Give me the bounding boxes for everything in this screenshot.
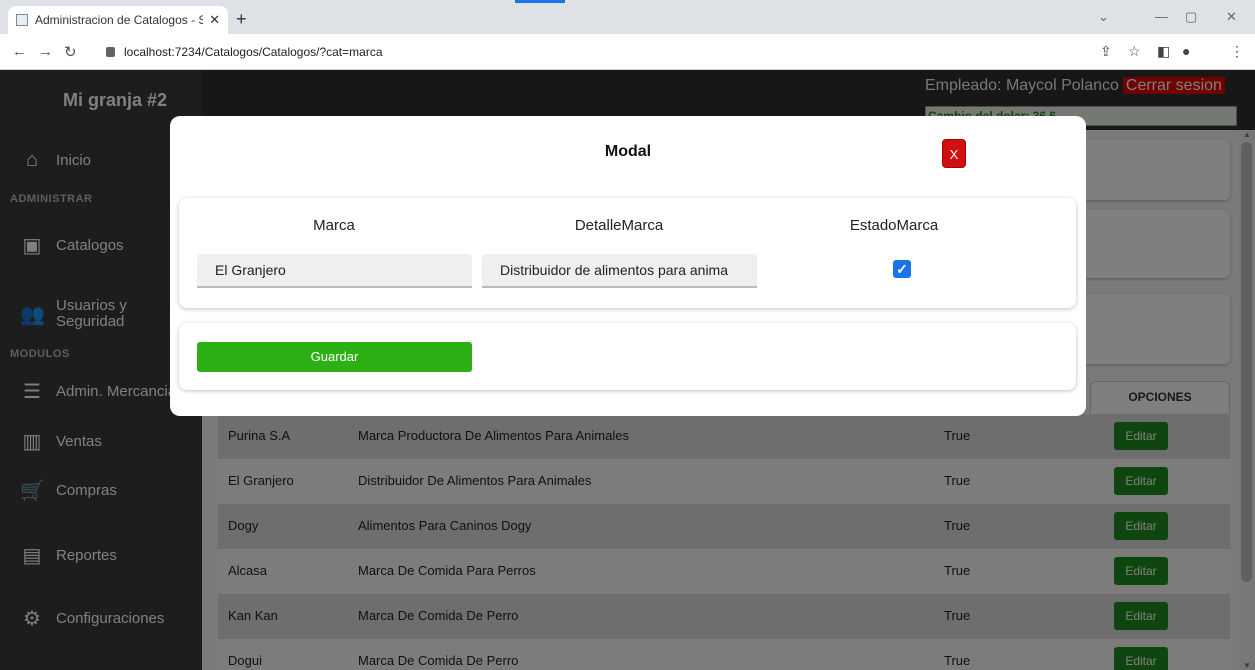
detalle-marca-field[interactable]: Distribuidor de alimentos para anima (482, 254, 757, 288)
modal-close-button[interactable]: X (942, 139, 966, 168)
url-field[interactable]: localhost:7234/Catalogos/Catalogos/?cat=… (106, 38, 1086, 66)
estado-column-label: EstadoMarca (849, 217, 939, 234)
page-favicon-icon (16, 14, 28, 26)
share-icon[interactable]: ⇪ (1100, 43, 1112, 60)
address-bar: ← → ↻ localhost:7234/Catalogos/Catalogos… (0, 34, 1255, 70)
bookmark-star-icon[interactable]: ☆ (1128, 43, 1141, 60)
restore-icon[interactable]: ▢ (1185, 9, 1197, 25)
back-icon[interactable]: ← (12, 43, 27, 60)
save-button[interactable]: Guardar (197, 342, 472, 372)
marca-column-label: Marca (313, 217, 355, 234)
sidepanel-icon[interactable]: ◧ (1157, 43, 1170, 60)
estado-marca-checkbox[interactable]: ✓ (893, 260, 911, 278)
modal-form-card: Marca DetalleMarca EstadoMarca El Granje… (179, 198, 1076, 308)
modal-actions-card: Guardar (179, 323, 1076, 390)
lock-icon (106, 47, 115, 57)
reload-icon[interactable]: ↻ (64, 43, 77, 61)
minimize-icon[interactable]: — (1155, 9, 1168, 24)
tab-search-icon[interactable]: ⌄ (1098, 9, 1109, 25)
profile-icon[interactable]: ● (1182, 43, 1190, 59)
edit-marca-modal: Modal X Marca DetalleMarca EstadoMarca E… (170, 116, 1086, 416)
tab-indicator (515, 0, 565, 3)
menu-kebab-icon[interactable]: ⋮ (1230, 43, 1244, 60)
window-close-icon[interactable]: ✕ (1226, 9, 1237, 25)
url-text: localhost:7234/Catalogos/Catalogos/?cat=… (124, 45, 383, 59)
forward-icon[interactable]: → (38, 43, 53, 60)
detalle-column-label: DetalleMarca (574, 217, 664, 234)
tab-title: Administracion de Catalogos - Si (35, 13, 204, 27)
tab-close-icon[interactable]: ✕ (209, 12, 220, 28)
new-tab-button[interactable]: + (236, 9, 247, 30)
browser-tab[interactable]: Administracion de Catalogos - Si ✕ (8, 6, 228, 34)
marca-field[interactable]: El Granjero (197, 254, 472, 288)
browser-tabbar: Administracion de Catalogos - Si ✕ + ⌄ —… (0, 0, 1255, 34)
